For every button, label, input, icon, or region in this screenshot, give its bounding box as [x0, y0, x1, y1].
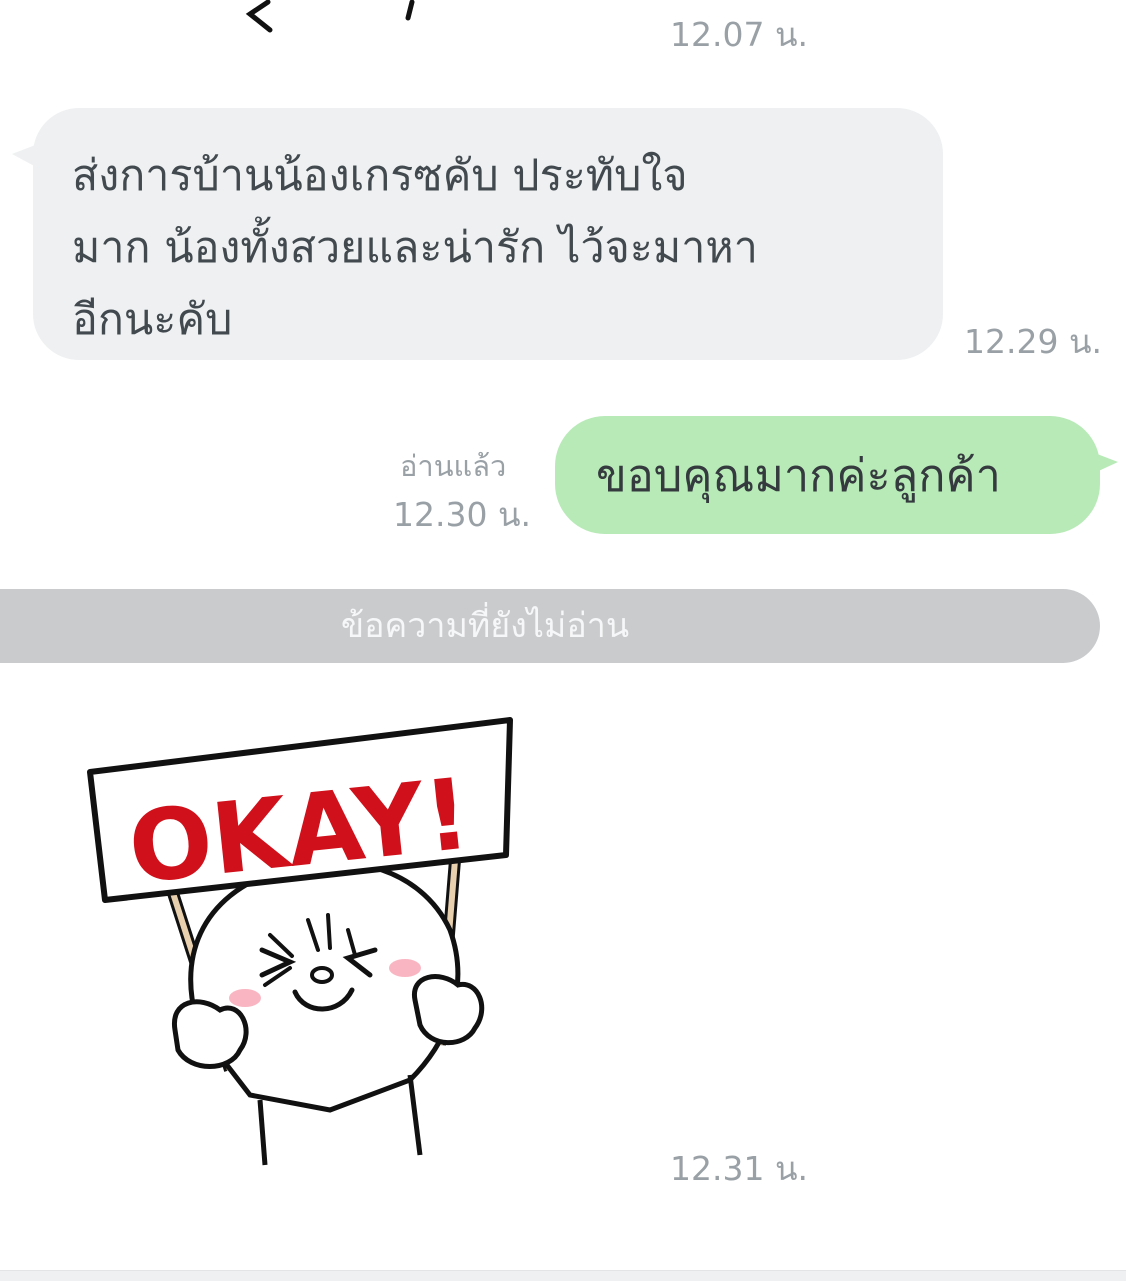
- previous-sticker-fragment: [245, 0, 415, 33]
- outgoing-bubble-tail: [1092, 452, 1118, 474]
- incoming-message-text: ส่งการบ้านน้องเกรซคับ ประทับใจ มาก น้องท…: [72, 151, 758, 345]
- message-time: 12.29 น.: [964, 322, 1103, 361]
- message-time: 12.31 น.: [670, 1149, 809, 1188]
- input-area-edge: [0, 1270, 1126, 1281]
- okay-sticker[interactable]: OKAY!: [80, 700, 530, 1180]
- message-time: 12.30 น.: [393, 495, 532, 534]
- outgoing-message-text: ขอบคุณมากค่ะลูกค้า: [596, 449, 1001, 502]
- read-receipt: อ่านแล้ว: [400, 449, 507, 483]
- message-time: 12.07 น.: [670, 15, 809, 54]
- unread-divider-label: ข้อความที่ยังไม่อ่าน: [340, 606, 630, 646]
